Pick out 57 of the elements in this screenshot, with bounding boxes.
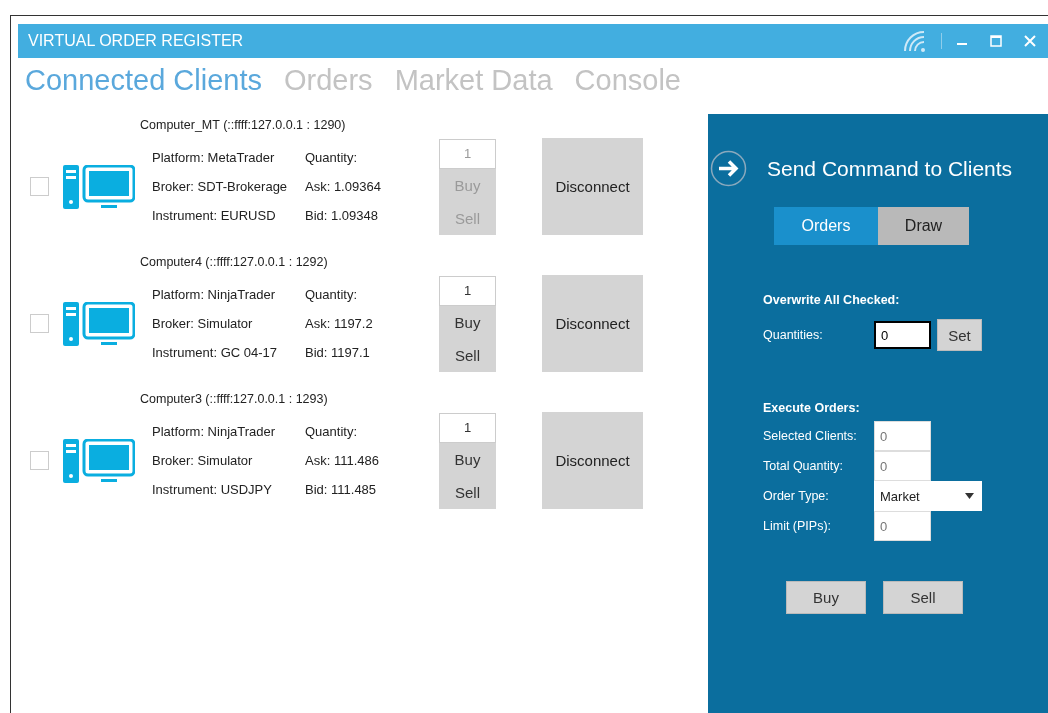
disconnect-button[interactable]: Disconnect	[542, 412, 643, 509]
close-icon[interactable]	[1024, 35, 1036, 47]
order-button[interactable]: Sell	[883, 581, 963, 614]
disconnect-button[interactable]: Disconnect	[542, 275, 643, 372]
quantity-field[interactable]: 1	[439, 412, 496, 443]
computer-icon	[63, 438, 135, 483]
order-type-dropdown[interactable]: Market	[874, 481, 982, 511]
field-label: Quantities:	[763, 328, 824, 342]
bid-price: Bid: 111.485	[305, 482, 378, 497]
section-heading: Execute Orders:	[763, 401, 861, 415]
panel-title: Send Command to Clients	[767, 156, 1013, 181]
input-field[interactable]: 0	[874, 451, 931, 481]
platform-text: Platform: MetaTrader	[152, 150, 276, 165]
bid-price: Bid: 1197.1	[305, 345, 371, 360]
quantity-label: Quantity:	[305, 150, 359, 165]
quantity-label: Quantity:	[305, 287, 359, 302]
signal-icon[interactable]	[903, 30, 927, 52]
window-title: VIRTUAL ORDER REGISTER	[28, 32, 245, 50]
instrument-text: Instrument: EURUSD	[152, 208, 277, 223]
instrument-text: Instrument: GC 04-17	[152, 345, 278, 360]
instrument-text: Instrument: USDJPY	[152, 482, 273, 497]
quantity-field[interactable]: 1	[439, 275, 496, 306]
client-name: Computer4 (::ffff:127.0.0.1 : 1292)	[139, 254, 329, 271]
section-heading: Overwrite All Checked:	[763, 293, 901, 307]
buy-button[interactable]: Buy	[439, 305, 496, 339]
quantities-field[interactable]: 0	[874, 321, 931, 349]
caret-icon	[965, 493, 974, 499]
bid-price: Bid: 1.09348	[305, 208, 379, 223]
checkbox[interactable]	[30, 451, 49, 470]
platform-text: Platform: NinjaTrader	[152, 424, 277, 439]
input-field[interactable]: 0	[874, 421, 931, 451]
client-name: Computer_MT (::ffff:127.0.0.1 : 1290)	[139, 117, 347, 134]
broker-text: Broker: Simulator	[152, 316, 254, 331]
broker-text: Broker: Simulator	[152, 453, 254, 468]
sell-button[interactable]: Sell	[439, 475, 496, 509]
computer-icon	[63, 164, 135, 209]
field-label: Selected Clients:	[763, 429, 858, 443]
ask-price: Ask: 1197.2	[305, 316, 374, 331]
field-label: Limit (PIPs):	[763, 519, 833, 533]
checkbox[interactable]	[30, 314, 49, 333]
buy-button[interactable]: Buy	[439, 442, 496, 476]
computer-icon	[63, 301, 135, 346]
input-field[interactable]: 0	[874, 511, 931, 541]
ask-price: Ask: 111.486	[305, 453, 380, 468]
set-button[interactable]: Set	[937, 319, 982, 351]
broker-text: Broker: SDT-Brokerage	[152, 179, 289, 194]
tab[interactable]: Draw	[878, 207, 969, 245]
platform-text: Platform: NinjaTrader	[152, 287, 277, 302]
field-label: Order Type:	[763, 489, 830, 503]
maximize-icon[interactable]	[990, 35, 1002, 47]
ask-price: Ask: 1.09364	[305, 179, 382, 194]
client-name: Computer3 (::ffff:127.0.0.1 : 1293)	[139, 391, 329, 408]
field-label: Total Quantity:	[763, 459, 844, 473]
quantity-label: Quantity:	[305, 424, 359, 439]
sell-button[interactable]: Sell	[439, 338, 496, 372]
order-button[interactable]: Buy	[786, 581, 866, 614]
tab[interactable]: Orders	[774, 207, 878, 245]
